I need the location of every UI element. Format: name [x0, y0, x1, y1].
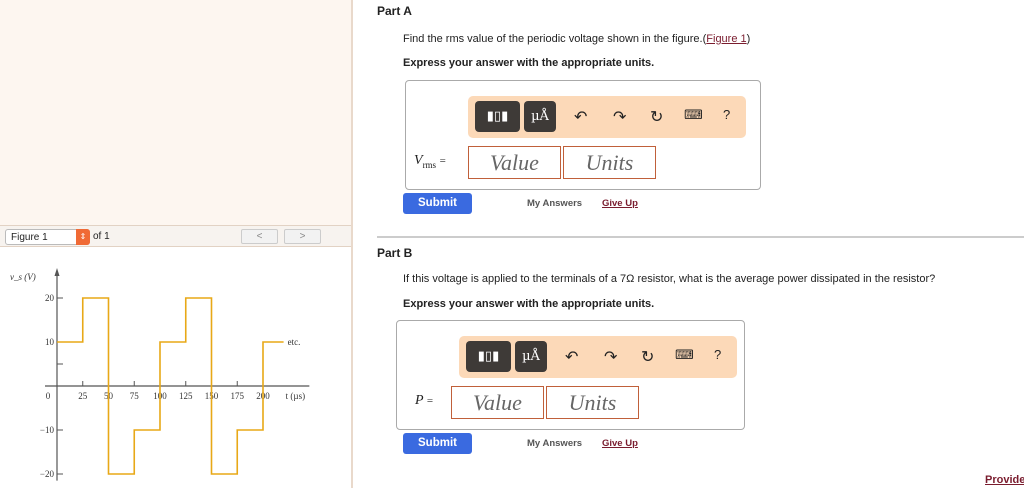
value-input[interactable]: Value [468, 146, 561, 179]
math-toolbar: ▮▯▮ µÅ ↶ ↷ ↻ ⌨ ? [468, 96, 746, 138]
x-tick-label: 175 [231, 391, 245, 401]
part-b-question: If this voltage is applied to the termin… [403, 273, 936, 285]
units-button[interactable]: µÅ [524, 101, 556, 132]
submit-button[interactable]: Submit [403, 433, 472, 454]
figure-select[interactable]: Figure 1 ⇕ [5, 229, 90, 245]
give-up-link[interactable]: Give Up [602, 438, 638, 449]
y-tick-label: −20 [40, 469, 55, 479]
units-input[interactable]: Units [563, 146, 656, 179]
my-answers-link[interactable]: My Answers [527, 198, 582, 209]
math-toolbar: ▮▯▮ µÅ ↶ ↷ ↻ ⌨ ? [459, 336, 737, 378]
help-icon[interactable]: ? [723, 107, 730, 122]
figure-pane: Figure 1 ⇕ of 1 < > v_s (V) 0 25 50 75 100 125… [0, 0, 353, 488]
select-arrows-icon: ⇕ [76, 229, 90, 245]
figure-select-value: Figure 1 [11, 232, 48, 243]
undo-icon[interactable]: ↶ [565, 347, 578, 367]
y-tick-label: 20 [45, 293, 55, 303]
figure-count: of 1 [93, 231, 110, 242]
reset-icon[interactable]: ↻ [650, 107, 663, 127]
x-tick-label: 0 [46, 391, 51, 401]
vrms-label: Vrms = [414, 153, 446, 170]
keyboard-icon[interactable]: ⌨ [684, 107, 703, 123]
part-a-question: Find the rms value of the periodic volta… [403, 33, 751, 45]
undo-icon[interactable]: ↶ [574, 107, 587, 127]
p-label: P = [415, 393, 434, 408]
prev-figure-button[interactable]: < [241, 229, 278, 244]
redo-icon[interactable]: ↷ [613, 107, 626, 127]
next-figure-button[interactable]: > [284, 229, 321, 244]
x-axis-label: t (µs) [286, 391, 305, 401]
y-tick-label: 10 [45, 337, 55, 347]
y-tick-label: −10 [40, 425, 55, 435]
provide-feedback-link[interactable]: Provide [985, 474, 1024, 486]
keyboard-icon[interactable]: ⌨ [675, 347, 694, 363]
y-axis-arrow [54, 268, 60, 276]
x-tick-label: 75 [130, 391, 140, 401]
y-axis-label: v_s (V) [10, 272, 36, 282]
part-b-instruction: Express your answer with the appropriate… [403, 298, 655, 310]
submit-button[interactable]: Submit [403, 193, 472, 214]
x-tick-label: 25 [78, 391, 88, 401]
part-b-answer-box: ▮▯▮ µÅ ↶ ↷ ↻ ⌨ ? P = Value Units [396, 320, 745, 430]
part-b-title: Part B [377, 246, 413, 260]
figure-1-link[interactable]: Figure 1 [706, 33, 746, 45]
redo-icon[interactable]: ↷ [604, 347, 617, 367]
divider [377, 236, 1024, 238]
give-up-link[interactable]: Give Up [602, 198, 638, 209]
units-button[interactable]: µÅ [515, 341, 547, 372]
x-tick-label: 125 [179, 391, 193, 401]
etc-annotation: etc. [288, 337, 301, 347]
my-answers-link[interactable]: My Answers [527, 438, 582, 449]
reset-icon[interactable]: ↻ [641, 347, 654, 367]
templates-button[interactable]: ▮▯▮ [466, 341, 511, 372]
value-input[interactable]: Value [451, 386, 544, 419]
part-a-title: Part A [377, 4, 412, 18]
part-a-answer-box: ▮▯▮ µÅ ↶ ↷ ↻ ⌨ ? Vrms = Value Units [405, 80, 761, 190]
help-icon[interactable]: ? [714, 347, 721, 362]
templates-button[interactable]: ▮▯▮ [475, 101, 520, 132]
voltage-plot: v_s (V) 0 25 50 75 100 125 150 175 2002010−10−20… [0, 247, 351, 488]
figure-header: Figure 1 ⇕ of 1 < > [0, 225, 351, 247]
units-input[interactable]: Units [546, 386, 639, 419]
part-a-instruction: Express your answer with the appropriate… [403, 57, 655, 69]
